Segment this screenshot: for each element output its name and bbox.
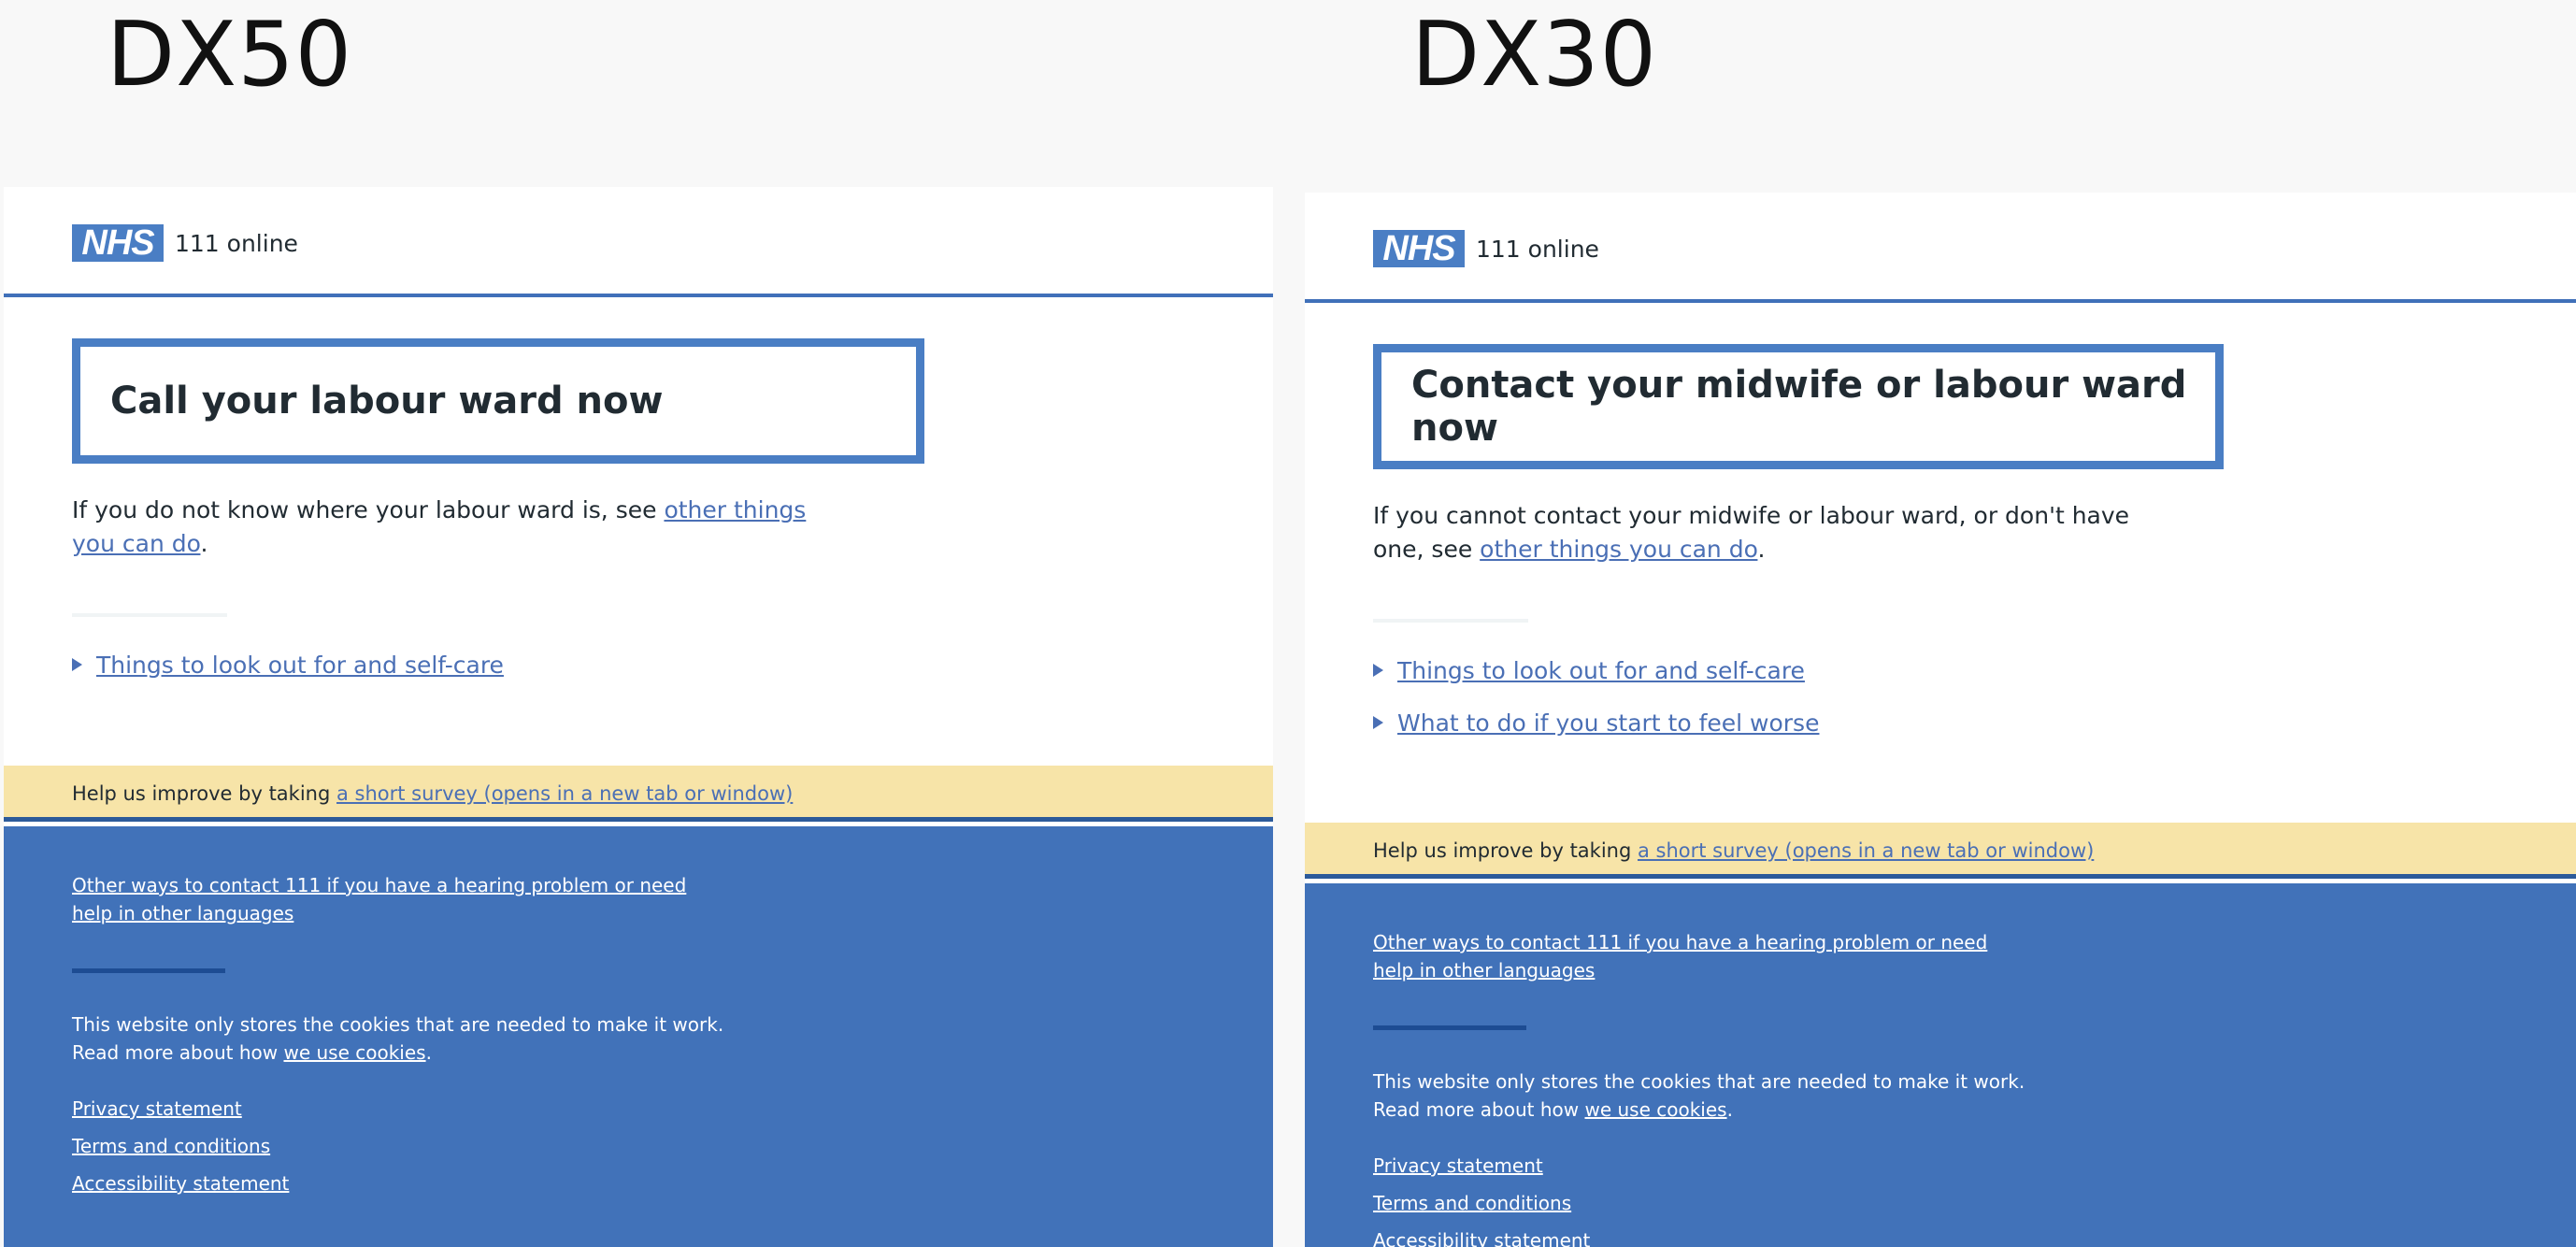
nhs-logo[interactable]: NHS — [1373, 230, 1465, 267]
terms-link[interactable]: Terms and conditions — [1373, 1192, 1571, 1214]
accessibility-statement-link[interactable]: Accessibility statement — [1373, 1229, 1590, 1247]
lede-suffix: . — [200, 530, 208, 557]
other-ways-to-contact-link[interactable]: Other ways to contact 111 if you have a … — [1373, 931, 1987, 982]
page-title: Call your labour ward now — [110, 380, 664, 423]
footer: Other ways to contact 111 if you have a … — [1305, 883, 2576, 1247]
service-name: 111 online — [1476, 235, 1599, 263]
lede-paragraph: If you do not know where your labour war… — [72, 494, 838, 561]
triangle-right-icon — [1373, 664, 1383, 677]
brand[interactable]: NHS 111 online — [72, 224, 298, 262]
section-divider — [72, 613, 227, 617]
site-header: NHS 111 online — [1305, 193, 2576, 303]
privacy-statement-link[interactable]: Privacy statement — [72, 1097, 242, 1120]
cookies-text: This website only stores the cookies tha… — [72, 1013, 724, 1036]
lede-text: If you do not know where your labour war… — [72, 496, 665, 523]
privacy-statement-link[interactable]: Privacy statement — [1373, 1154, 1543, 1177]
survey-link[interactable]: a short survey (opens in a new tab or wi… — [1638, 839, 2094, 862]
cookies-notice: This website only stores the cookies tha… — [1373, 1068, 2576, 1124]
cookies-suffix: . — [1726, 1098, 1733, 1121]
cookies-read-more-text: Read more about how — [72, 1041, 284, 1064]
terms-link[interactable]: Terms and conditions — [72, 1135, 270, 1157]
footer-contact-link-wrap: Other ways to contact 111 if you have a … — [1373, 928, 2018, 984]
site-header: NHS 111 online — [4, 187, 1273, 297]
footer-contact-link-wrap: Other ways to contact 111 if you have a … — [72, 871, 717, 927]
footer-divider — [72, 968, 225, 973]
cookies-read-more: Read more about how we use cookies. — [1373, 1096, 2576, 1124]
details-link-self-care[interactable]: Things to look out for and self-care — [1397, 657, 1805, 684]
page-screenshot: NHS 111 online Contact your midwife or l… — [1305, 193, 2576, 1247]
details-link-self-care[interactable]: Things to look out for and self-care — [96, 652, 504, 679]
brand[interactable]: NHS 111 online — [1373, 230, 1599, 267]
cookies-suffix: . — [425, 1041, 432, 1064]
survey-banner: Help us improve by taking a short survey… — [1305, 823, 2576, 879]
details-list: Things to look out for and self-care Wha… — [1373, 656, 2508, 737]
service-name: 111 online — [175, 229, 298, 257]
accessibility-statement-link[interactable]: Accessibility statement — [72, 1172, 289, 1195]
cookies-link[interactable]: we use cookies — [1584, 1098, 1726, 1121]
lede-suffix: . — [1757, 536, 1766, 563]
details-item[interactable]: Things to look out for and self-care — [1373, 656, 2508, 684]
details-item[interactable]: Things to look out for and self-care — [72, 651, 1205, 679]
main-content: Contact your midwife or labour ward now … — [1305, 344, 2576, 737]
variant-title: DX30 — [1411, 4, 1658, 107]
variant-dx50: DX50 NHS 111 online Call your labour war… — [0, 0, 1273, 1247]
survey-banner: Help us improve by taking a short survey… — [4, 766, 1273, 822]
variant-dx30: DX30 NHS 111 online Contact your midwife… — [1305, 0, 2576, 1247]
variant-title: DX50 — [107, 4, 353, 107]
details-item[interactable]: What to do if you start to feel worse — [1373, 709, 2508, 737]
survey-link[interactable]: a short survey (opens in a new tab or wi… — [336, 782, 793, 805]
section-divider — [1373, 619, 1528, 623]
other-things-link[interactable]: other things you can do — [1480, 536, 1757, 563]
care-card: Contact your midwife or labour ward now — [1373, 344, 2224, 469]
cookies-link[interactable]: we use cookies — [283, 1041, 425, 1064]
details-link-feel-worse[interactable]: What to do if you start to feel worse — [1397, 710, 1819, 737]
other-ways-to-contact-link[interactable]: Other ways to contact 111 if you have a … — [72, 874, 686, 924]
survey-text: Help us improve by taking — [72, 782, 336, 805]
footer: Other ways to contact 111 if you have a … — [4, 826, 1273, 1247]
lede-paragraph: If you cannot contact your midwife or la… — [1373, 499, 2140, 566]
footer-links: Privacy statement Terms and conditions A… — [72, 1095, 1273, 1207]
cookies-read-more: Read more about how we use cookies. — [72, 1039, 1273, 1067]
footer-divider — [1373, 1025, 1526, 1030]
cookies-notice: This website only stores the cookies tha… — [72, 1010, 1273, 1067]
cookies-text: This website only stores the cookies tha… — [1373, 1070, 2025, 1093]
triangle-right-icon — [1373, 716, 1383, 729]
page-screenshot: NHS 111 online Call your labour ward now… — [4, 187, 1273, 1247]
survey-text: Help us improve by taking — [1373, 839, 1638, 862]
footer-links: Privacy statement Terms and conditions A… — [1373, 1152, 2576, 1247]
page-title: Contact your midwife or labour ward now — [1411, 364, 2187, 450]
triangle-right-icon — [72, 658, 82, 671]
care-card: Call your labour ward now — [72, 338, 924, 464]
main-content: Call your labour ward now If you do not … — [4, 338, 1273, 679]
details-list: Things to look out for and self-care — [72, 651, 1205, 679]
nhs-logo[interactable]: NHS — [72, 224, 164, 262]
cookies-read-more-text: Read more about how — [1373, 1098, 1585, 1121]
